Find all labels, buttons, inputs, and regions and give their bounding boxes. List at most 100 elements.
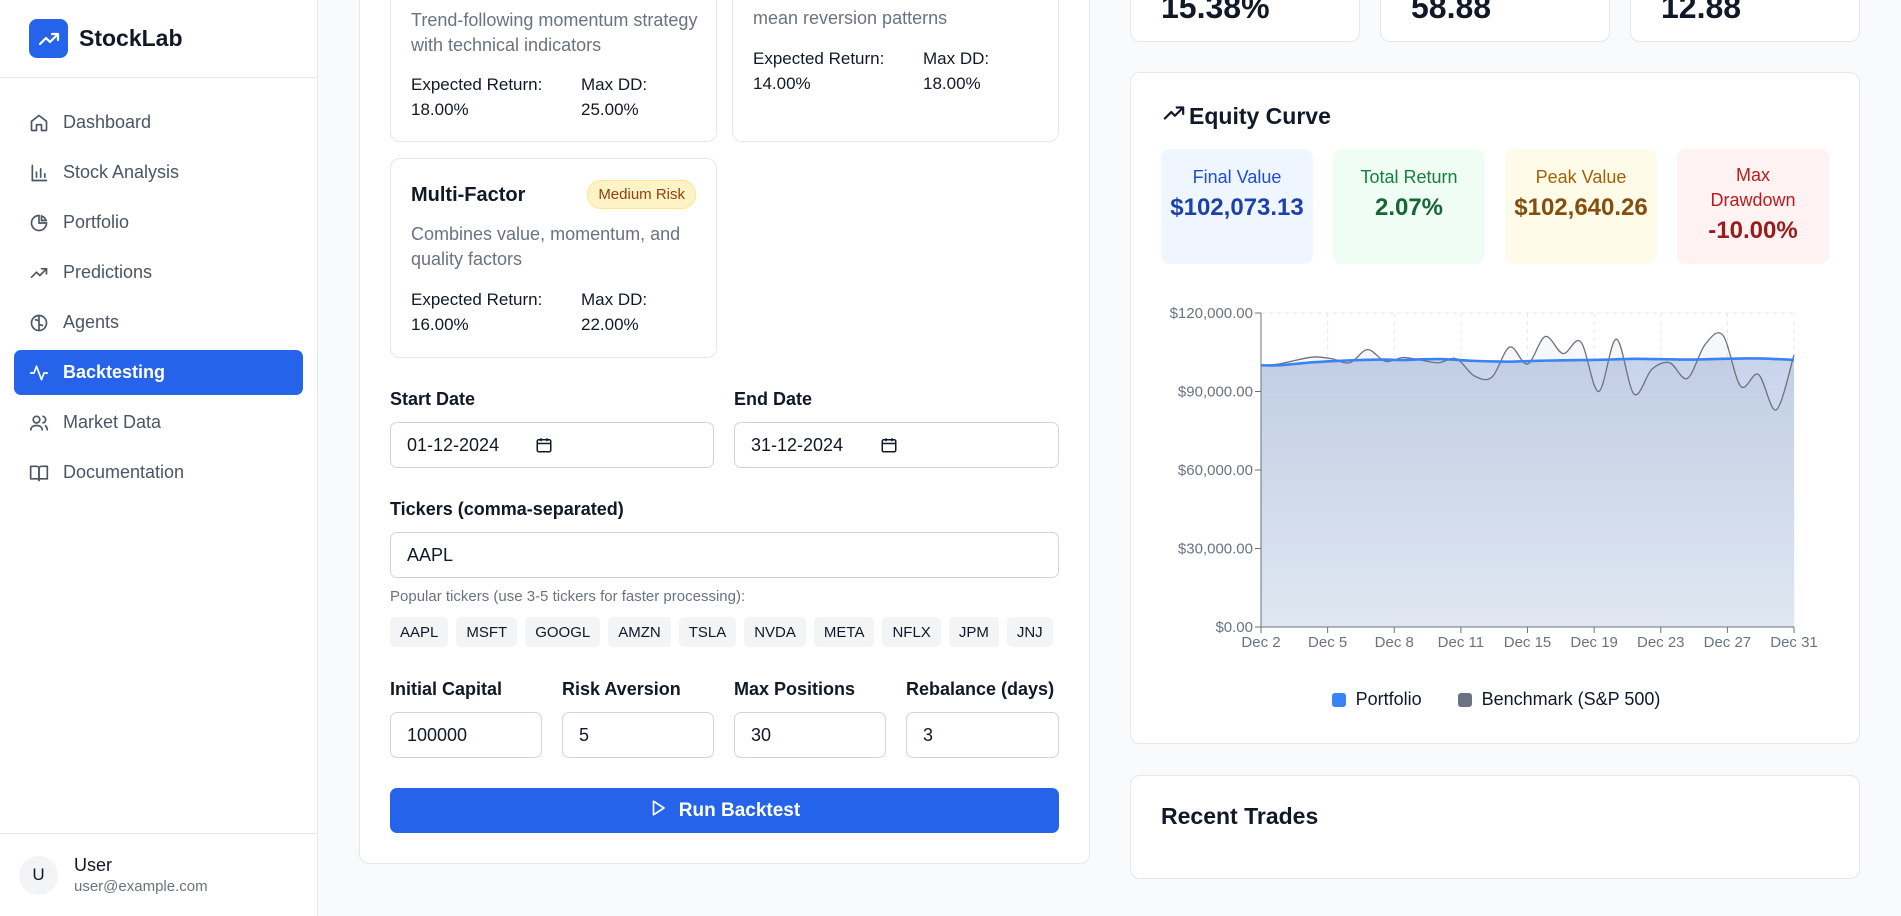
sidebar-nav: Dashboard Stock Analysis Portfolio Predi… <box>0 100 317 495</box>
initial-capital-label: Initial Capital <box>390 679 503 699</box>
x-tick-label: Dec 15 <box>1504 634 1552 651</box>
legend-label: Portfolio <box>1355 689 1422 709</box>
stat-card: 15.38% <box>1130 0 1360 42</box>
ticker-chip[interactable]: TSLA <box>678 617 737 647</box>
sidebar-item-label: Dashboard <box>63 112 152 132</box>
y-tick-label: $90,000.00 <box>1178 384 1253 401</box>
start-date-value: 01-12-2024 <box>407 434 500 455</box>
end-date-input[interactable]: 31-12-2024 <box>734 422 1059 468</box>
kpi-peak-value: Peak Value $102,640.26 <box>1505 149 1657 264</box>
max-drawdown: Max DD: 25.00% <box>581 75 648 119</box>
x-tick-label: Dec 19 <box>1570 634 1618 651</box>
sidebar-item-label: Portfolio <box>63 212 130 232</box>
brand-name: StockLab <box>79 25 183 51</box>
activity-icon <box>29 363 49 383</box>
expected-return: Expected Return: 14.00% <box>753 49 885 93</box>
sidebar-item-label: Stock Analysis <box>63 162 180 182</box>
ticker-chip[interactable]: META <box>813 617 875 647</box>
sidebar-item-documentation[interactable]: Documentation <box>14 450 303 495</box>
sidebar-item-predictions[interactable]: Predictions <box>14 250 303 295</box>
strategy-title: Multi-Factor <box>411 184 526 206</box>
tickers-value: AAPL <box>407 544 454 565</box>
run-backtest-button[interactable]: Run Backtest <box>390 788 1059 833</box>
start-date-label: Start Date <box>390 389 476 409</box>
ticker-chip[interactable]: AAPL <box>390 617 449 647</box>
sidebar-item-label: Documentation <box>63 462 185 482</box>
ticker-chip[interactable]: JPM <box>948 617 999 647</box>
tickers-label: Tickers (comma-separated) <box>390 499 624 519</box>
sidebar-item-portfolio[interactable]: Portfolio <box>14 200 303 245</box>
y-tick-label: $60,000.00 <box>1178 462 1253 479</box>
legend-item-portfolio[interactable]: Portfolio <box>1331 689 1422 710</box>
strategy-card-multi-factor[interactable]: Multi-Factor Medium Risk Combines value,… <box>390 158 717 358</box>
ticker-chip[interactable]: MSFT <box>456 617 518 647</box>
run-backtest-label: Run Backtest <box>678 799 801 821</box>
kpi-value: 2.07% <box>1374 194 1444 221</box>
strategy-card-momentum[interactable]: Trend-following momentum strategy with t… <box>390 0 717 142</box>
legend-item-benchmark[interactable]: Benchmark (S&P 500) <box>1457 689 1660 710</box>
strategy-description: Combines value, momentum, and quality fa… <box>411 224 681 269</box>
max-drawdown: Max DD: 18.00% <box>923 49 990 93</box>
ticker-chip[interactable]: AMZN <box>608 617 671 647</box>
strategy-card-mean-reversion[interactable]: mean reversion patterns Expected Return:… <box>732 0 1059 142</box>
ticker-chip[interactable]: GOOGL <box>525 617 601 647</box>
risk-aversion-label: Risk Aversion <box>562 679 681 699</box>
equity-chart: $0.00$30,000.00$60,000.00$90,000.00$120,… <box>1170 305 1818 651</box>
x-tick-label: Dec 8 <box>1375 634 1414 651</box>
max-positions-input[interactable]: 30 <box>734 712 886 758</box>
legend-swatch <box>1457 692 1472 707</box>
kpi-label: Final Value <box>1192 167 1282 187</box>
initial-capital-value: 100000 <box>407 724 468 745</box>
calendar-icon[interactable] <box>880 436 898 459</box>
y-tick-label: $30,000.00 <box>1178 541 1253 558</box>
risk-badge: Medium Risk <box>587 180 696 209</box>
sidebar-item-agents[interactable]: Agents <box>14 300 303 345</box>
ticker-chip[interactable]: NFLX <box>882 617 941 647</box>
rebalance-input[interactable]: 3 <box>906 712 1059 758</box>
rebalance-value: 3 <box>923 724 934 745</box>
stat-value: 58.88 <box>1411 0 1492 25</box>
sidebar-item-stock-analysis[interactable]: Stock Analysis <box>14 150 303 195</box>
sidebar-item-market-data[interactable]: Market Data <box>14 400 303 445</box>
popular-tickers: AAPL MSFT GOOGL AMZN TSLA NVDA META NFLX… <box>390 617 1053 647</box>
ticker-chip[interactable]: JNJ <box>1006 617 1053 647</box>
chart-legend: Portfolio Benchmark (S&P 500) <box>1131 689 1861 710</box>
tickers-input[interactable]: AAPL <box>390 532 1059 578</box>
initial-capital-input[interactable]: 100000 <box>390 712 542 758</box>
sidebar-item-label: Backtesting <box>63 362 166 382</box>
y-tick-label: $120,000.00 <box>1170 305 1253 322</box>
sidebar-item-label: Agents <box>63 312 120 332</box>
strategy-description: mean reversion patterns <box>753 8 948 28</box>
risk-aversion-input[interactable]: 5 <box>562 712 714 758</box>
risk-aversion-value: 5 <box>579 724 590 745</box>
user-name: User <box>74 855 113 875</box>
max-positions-label: Max Positions <box>734 679 856 699</box>
legend-swatch <box>1331 692 1346 707</box>
x-tick-label: Dec 11 <box>1438 634 1484 651</box>
max-positions-value: 30 <box>751 724 772 745</box>
brand[interactable]: StockLab <box>0 0 317 78</box>
kpi-value: $102,073.13 <box>1170 194 1304 221</box>
rebalance-label: Rebalance (days) <box>906 679 1055 699</box>
sidebar-item-label: Market Data <box>63 412 162 432</box>
recent-trades-title: Recent Trades <box>1161 803 1319 829</box>
avatar: U <box>19 855 58 895</box>
calendar-icon[interactable] <box>535 436 553 459</box>
ticker-chip[interactable]: NVDA <box>744 617 806 647</box>
x-tick-label: Dec 2 <box>1241 634 1280 651</box>
user-profile[interactable]: U User user@example.com <box>0 833 318 916</box>
kpi-value: $102,640.26 <box>1514 194 1648 221</box>
equity-curve-title-text: Equity Curve <box>1189 102 1331 129</box>
sidebar-item-backtesting[interactable]: Backtesting <box>14 350 303 395</box>
sidebar-item-dashboard[interactable]: Dashboard <box>14 100 303 145</box>
kpi-total-return: Total Return 2.07% <box>1333 149 1485 264</box>
brain-icon <box>29 313 49 333</box>
x-tick-label: Dec 31 <box>1770 634 1818 651</box>
benchmark-area <box>1261 332 1794 627</box>
end-date-value: 31-12-2024 <box>751 434 844 455</box>
stat-value: 12.88 <box>1661 0 1742 25</box>
home-icon <box>29 113 49 133</box>
max-drawdown: Max DD: 22.00% <box>581 290 648 334</box>
start-date-input[interactable]: 01-12-2024 <box>390 422 714 468</box>
sidebar: StockLab Dashboard Stock Analysis Portfo… <box>0 0 318 916</box>
